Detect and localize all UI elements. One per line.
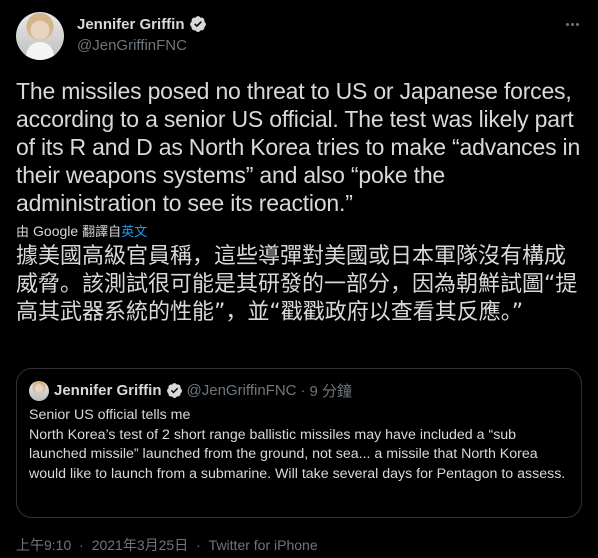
tweet-meta: 上午9:10 · 2021年3月25日 · Twitter for iPhone bbox=[16, 535, 318, 555]
avatar-figure bbox=[26, 42, 54, 60]
author-avatar[interactable] bbox=[16, 12, 64, 60]
translation-action-label: 翻譯自 bbox=[82, 224, 122, 239]
translation-by-label: 由 bbox=[16, 224, 30, 239]
author-handle[interactable]: @JenGriffinFNC bbox=[77, 37, 187, 54]
verified-badge-icon bbox=[189, 16, 206, 32]
quoted-tweet-header: Jennifer Griffin @JenGriffinFNC · 9 分鐘 bbox=[29, 380, 352, 401]
meta-separator: · bbox=[79, 537, 84, 553]
quoted-separator: · bbox=[300, 382, 306, 399]
more-options-icon[interactable] bbox=[562, 14, 582, 34]
tweet-date[interactable]: 2021年3月25日 bbox=[92, 537, 189, 553]
quoted-text-line1: Senior US official tells me bbox=[29, 407, 191, 423]
quoted-tweet[interactable]: Jennifer Griffin @JenGriffinFNC · 9 分鐘 S… bbox=[16, 368, 582, 518]
tweet-time[interactable]: 上午9:10 bbox=[16, 537, 71, 553]
tweet-source: Twitter for iPhone bbox=[208, 537, 318, 553]
translated-text: 據美國高級官員稱，這些導彈對美國或日本軍隊沒有構成威脅。該測試很可能是其研發的一… bbox=[16, 244, 578, 325]
author-name-row: Jennifer Griffin bbox=[77, 15, 207, 33]
translation-source-language[interactable]: 英文 bbox=[121, 221, 147, 240]
tweet-header: Jennifer Griffin @JenGriffinFNC bbox=[16, 12, 582, 60]
quoted-author-avatar bbox=[29, 380, 49, 401]
quoted-author-handle: @JenGriffinFNC bbox=[186, 382, 297, 399]
verified-badge-icon bbox=[166, 383, 182, 398]
tweet-text: The missiles posed no threat to US or Ja… bbox=[16, 78, 581, 216]
google-logo: Google bbox=[33, 222, 79, 239]
author-name[interactable]: Jennifer Griffin bbox=[77, 16, 185, 33]
meta-separator: · bbox=[196, 537, 201, 553]
quoted-timestamp: 9 分鐘 bbox=[309, 383, 353, 400]
quoted-text-body: North Korea’s test of 2 short range ball… bbox=[29, 426, 566, 482]
translation-attribution: 由 Google 翻譯自 英文 bbox=[16, 221, 147, 240]
quoted-author-name: Jennifer Griffin bbox=[54, 382, 162, 399]
quoted-tweet-text: Senior US official tells me North Korea’… bbox=[29, 406, 569, 484]
